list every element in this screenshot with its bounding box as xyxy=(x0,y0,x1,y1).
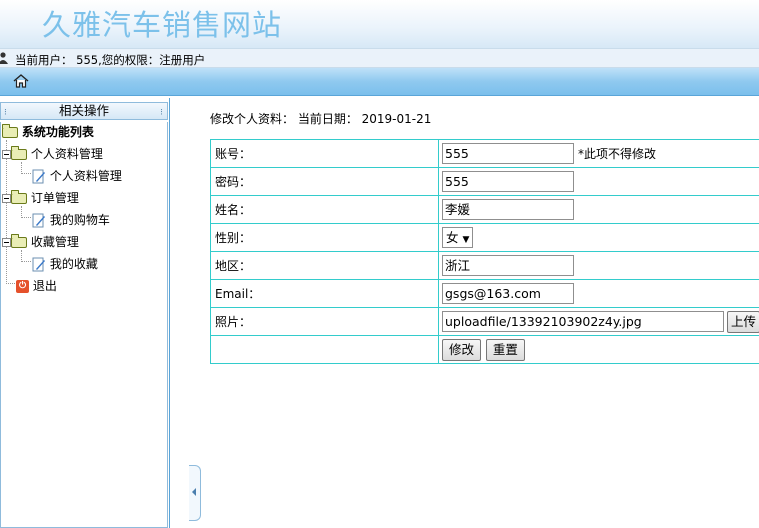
sidebar: ⁝ 相关操作 ⁝ 系统功能列表 个人资料管理 个人资料管理 订单管理 我的购物车… xyxy=(0,98,170,528)
dropdown-arrow-icon: ▼ xyxy=(462,235,470,245)
folder-icon xyxy=(11,146,27,160)
tree-group-label: 收藏管理 xyxy=(30,235,79,249)
tree-group-profile[interactable]: 个人资料管理 xyxy=(2,145,103,163)
sidebar-heading-label: 相关操作 xyxy=(58,103,109,118)
account-note: *此项不得修改 xyxy=(578,147,657,161)
gender-select-value: 女 xyxy=(446,230,459,245)
user-icon xyxy=(0,52,8,64)
password-field[interactable]: 555 xyxy=(442,171,574,192)
password-label: 密码： xyxy=(210,167,439,196)
form-row-account: 账号： 555 *此项不得修改 xyxy=(210,139,759,168)
grip-icon: ⁝ xyxy=(4,108,7,118)
collapse-minus-icon[interactable] xyxy=(2,194,11,203)
grip-icon: ⁝ xyxy=(160,108,163,118)
user-status-bar: 当前用户： 555,您的权限：注册用户 xyxy=(0,48,759,68)
tree-root[interactable]: 系统功能列表 xyxy=(2,123,94,141)
page-edit-icon xyxy=(32,169,46,185)
current-user-text: 当前用户： 555,您的权限：注册用户 xyxy=(15,53,206,67)
tree-group-orders[interactable]: 订单管理 xyxy=(2,189,79,207)
folder-icon xyxy=(11,190,27,204)
form-row-region: 地区： 浙江 xyxy=(210,251,759,280)
form-row-email: Email： gsgs@163.com xyxy=(210,279,759,308)
email-label: Email： xyxy=(210,279,439,308)
gender-select[interactable]: 女 ▼ xyxy=(442,227,474,248)
tree-group-label: 订单管理 xyxy=(30,191,79,205)
page-edit-icon xyxy=(32,213,46,229)
page-edit-icon xyxy=(32,257,46,273)
email-field[interactable]: gsgs@163.com xyxy=(442,283,574,304)
folder-icon xyxy=(11,234,27,248)
top-toolbar xyxy=(0,68,759,96)
form-row-gender: 性别： 女 ▼ xyxy=(210,223,759,252)
tree-item-favorites[interactable]: 我的收藏 xyxy=(32,255,98,273)
tree-item-profile[interactable]: 个人资料管理 xyxy=(32,167,122,185)
tree-item-label: 我的收藏 xyxy=(49,257,98,271)
region-field[interactable]: 浙江 xyxy=(442,255,574,276)
account-field[interactable]: 555 xyxy=(442,143,574,164)
tree-root-label: 系统功能列表 xyxy=(21,125,94,139)
photo-path-field[interactable]: uploadfile/13392103902z4y.jpg xyxy=(442,311,724,332)
reset-button[interactable]: 重置 xyxy=(485,338,525,361)
form-row-name: 姓名： 李媛 xyxy=(210,195,759,224)
account-label: 账号： xyxy=(210,139,439,168)
sidebar-tree: 系统功能列表 个人资料管理 个人资料管理 订单管理 我的购物车 收藏管理 我的收… xyxy=(0,122,168,528)
tree-group-label: 个人资料管理 xyxy=(30,147,103,161)
upload-button[interactable]: 上传 xyxy=(727,310,759,333)
tree-item-cart[interactable]: 我的购物车 xyxy=(32,211,110,229)
tree-group-favorites[interactable]: 收藏管理 xyxy=(2,233,79,251)
collapse-arrow-icon xyxy=(192,488,196,496)
name-label: 姓名： xyxy=(210,195,439,224)
form-row-photo: 照片： uploadfile/13392103902z4y.jpg 上传 xyxy=(210,307,759,336)
tree-item-label: 个人资料管理 xyxy=(49,169,122,183)
tree-item-exit[interactable]: ⏻ 退出 xyxy=(16,277,57,295)
name-field[interactable]: 李媛 xyxy=(442,199,574,220)
gender-label: 性别： xyxy=(210,223,439,252)
region-label: 地区： xyxy=(210,251,439,280)
exit-icon: ⏻ xyxy=(16,280,29,293)
sidebar-heading: ⁝ 相关操作 ⁝ xyxy=(0,102,168,120)
tree-item-label: 退出 xyxy=(32,279,57,293)
tree-item-label: 我的购物车 xyxy=(49,213,110,227)
site-header: 久雅汽车销售网站 xyxy=(0,0,759,48)
sidebar-collapse-handle[interactable] xyxy=(189,465,201,521)
form-row-actions: 修改 重置 xyxy=(210,335,759,364)
home-icon[interactable] xyxy=(13,74,29,88)
photo-label: 照片： xyxy=(210,307,439,336)
form-row-password: 密码： 555 xyxy=(210,167,759,196)
folder-icon xyxy=(2,124,18,138)
page-title: 修改个人资料： 当前日期： 2019-01-21 xyxy=(210,112,432,126)
profile-form: 账号： 555 *此项不得修改 密码： 555 姓名： 李媛 性别： 女 ▼ 地区… xyxy=(210,139,759,364)
site-title: 久雅汽车销售网站 xyxy=(42,8,283,42)
collapse-minus-icon[interactable] xyxy=(2,150,11,159)
collapse-minus-icon[interactable] xyxy=(2,238,11,247)
modify-button[interactable]: 修改 xyxy=(442,338,482,361)
